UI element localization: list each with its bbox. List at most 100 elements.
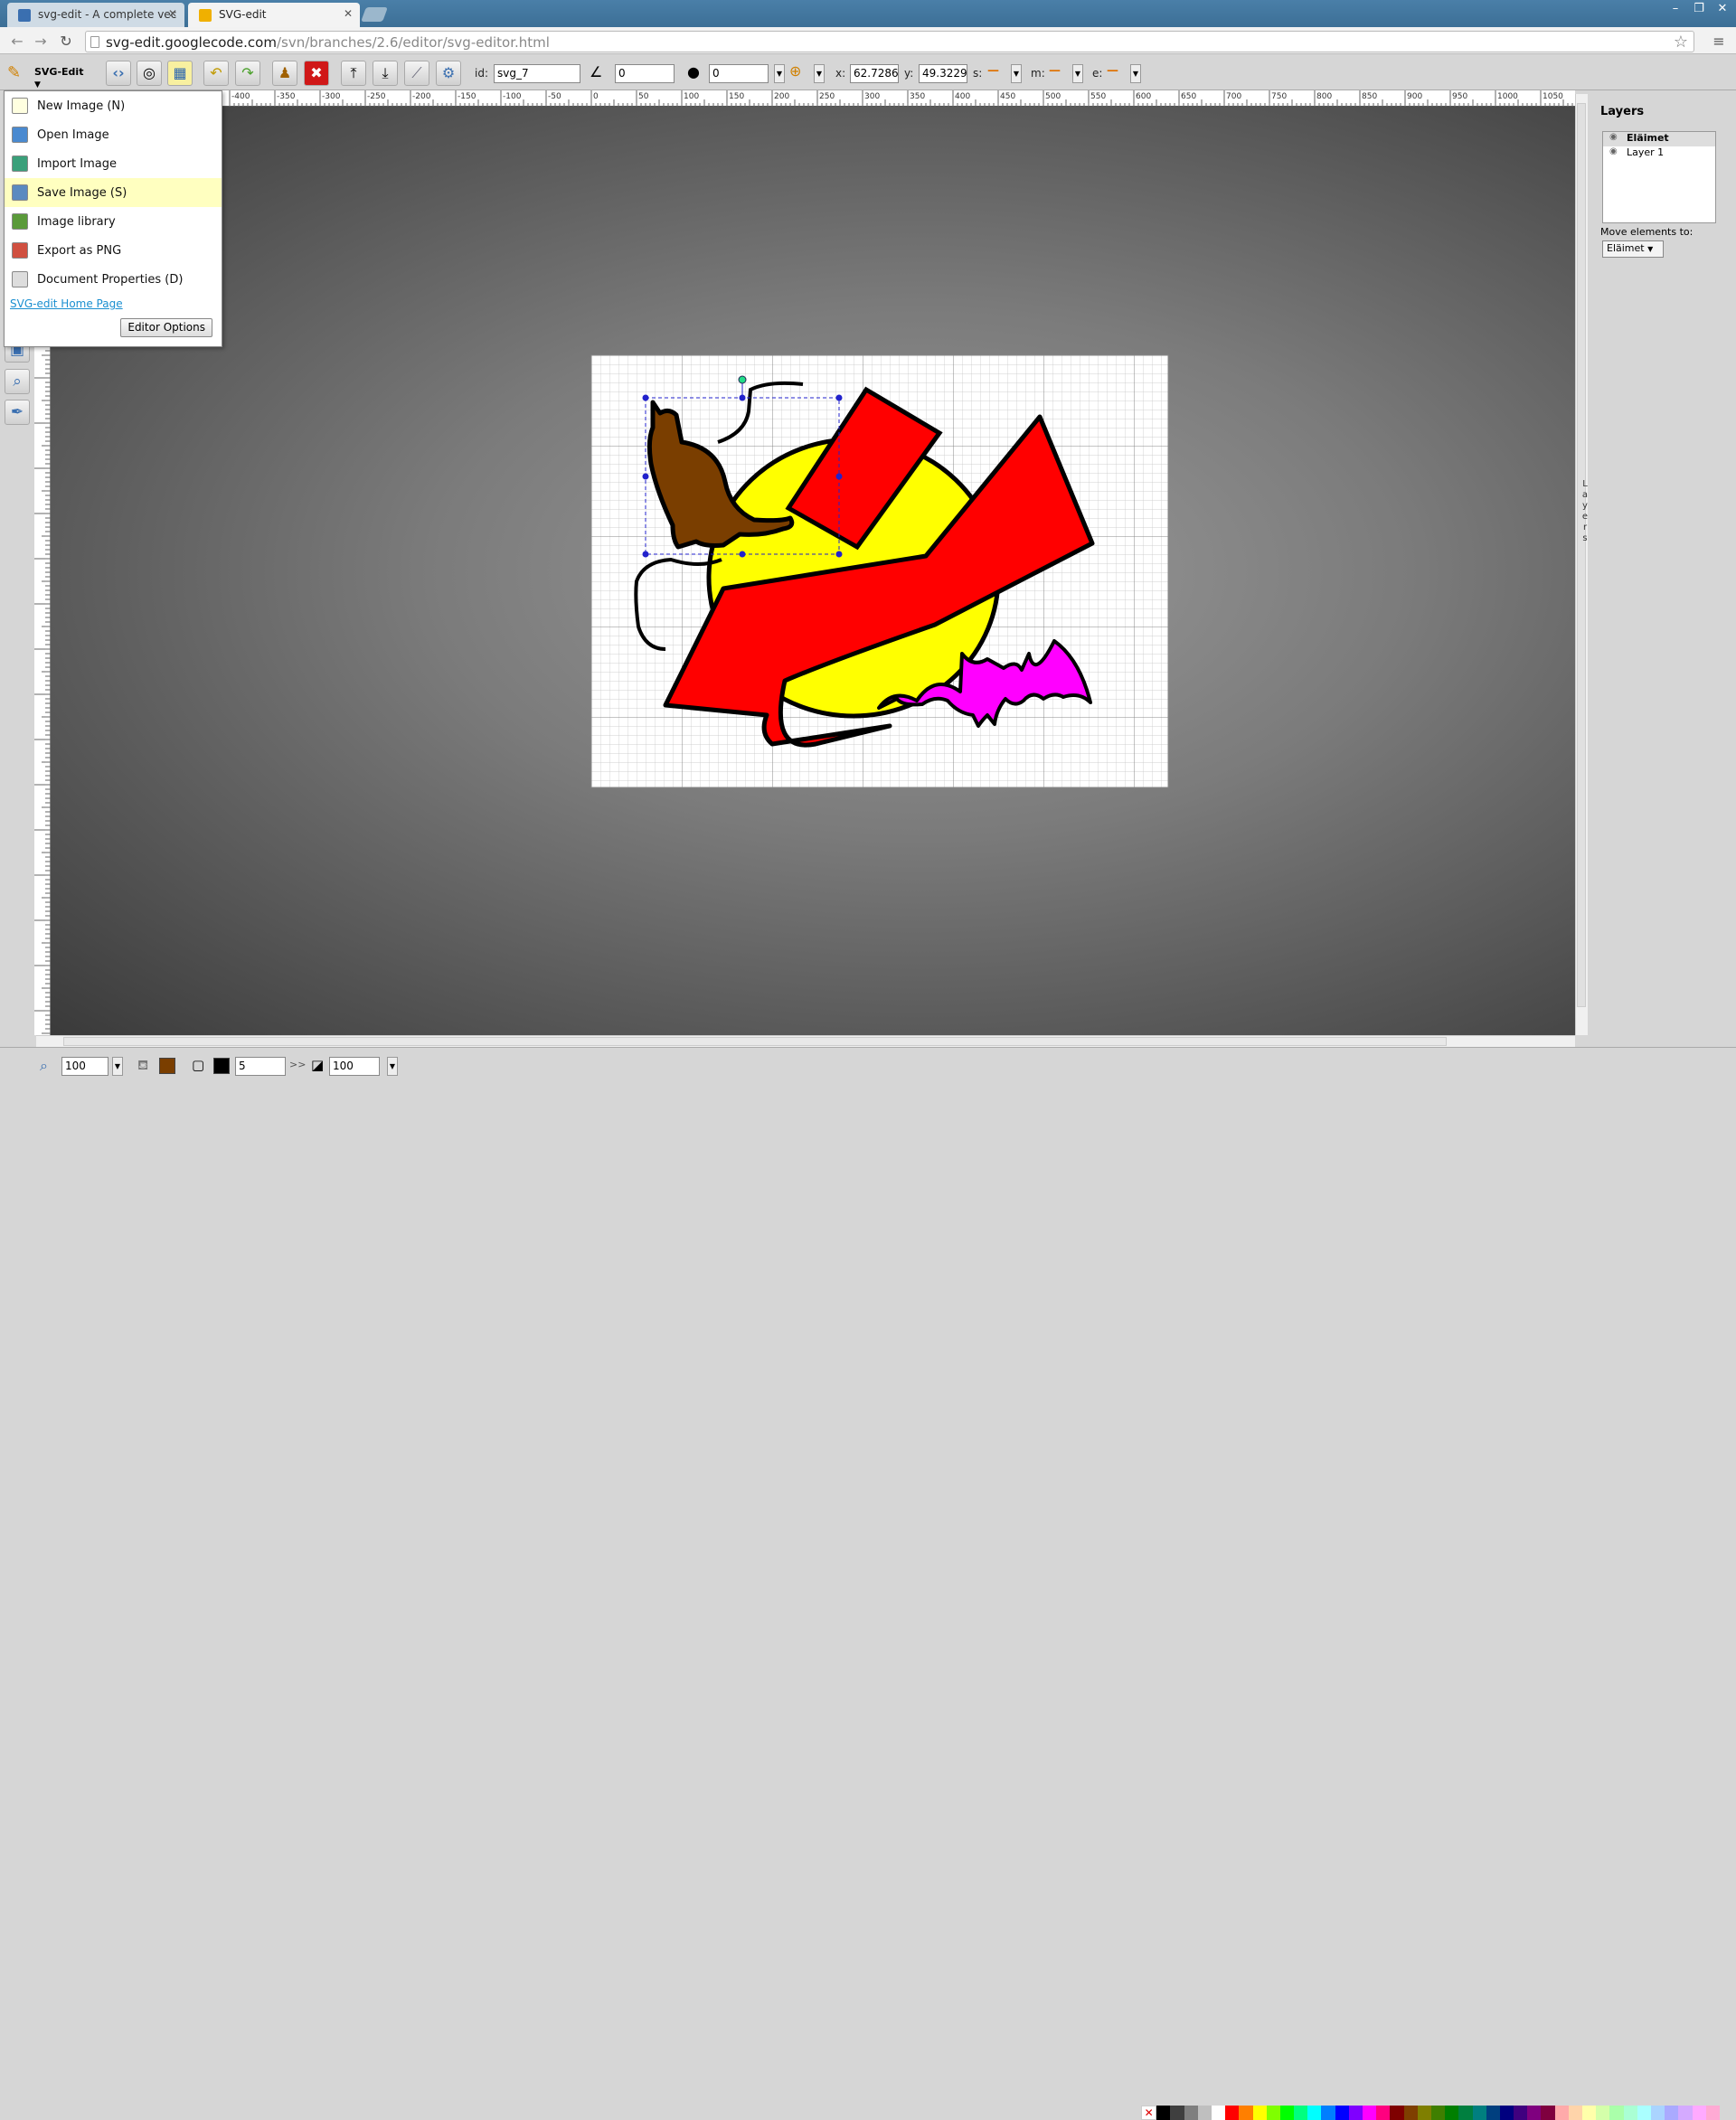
rotate-handle-icon[interactable]	[738, 375, 747, 384]
palette-swatch[interactable]	[1376, 2106, 1391, 2120]
palette-swatch[interactable]	[1294, 2106, 1308, 2120]
redo-button[interactable]: ↷	[235, 61, 260, 86]
palette-swatch[interactable]	[1170, 2106, 1184, 2120]
main-menu-button[interactable]: ✎ SVG-Edit ▼	[4, 61, 90, 90]
horizontal-scroll-thumb[interactable]	[63, 1037, 1447, 1046]
eyedropper-tool-button[interactable]: ✒	[5, 400, 30, 425]
palette-swatch[interactable]	[1156, 2106, 1171, 2120]
palette-swatch[interactable]	[1252, 2106, 1267, 2120]
palette-swatch[interactable]	[1363, 2106, 1377, 2120]
browser-tab-svg-edit[interactable]: SVG-edit ✕	[188, 3, 360, 27]
start-marker-dropdown[interactable]: ▼	[1011, 64, 1022, 83]
blur-input[interactable]: 0	[709, 64, 769, 83]
palette-swatch[interactable]	[1554, 2106, 1569, 2120]
palette-swatch[interactable]	[1445, 2106, 1459, 2120]
layers-side-tab[interactable]: Layers	[1580, 479, 1590, 544]
palette-swatch[interactable]	[1430, 2106, 1446, 2120]
restore-window-icon[interactable]: ❐	[1689, 2, 1709, 18]
eye-icon[interactable]: ◉	[1609, 132, 1618, 142]
palette-swatch[interactable]	[1623, 2106, 1637, 2120]
palette-swatch[interactable]	[1486, 2106, 1500, 2120]
more-options-icon[interactable]: >>	[289, 1059, 306, 1070]
delete-button[interactable]: ✖	[304, 61, 329, 86]
minimize-window-icon[interactable]: –	[1665, 2, 1685, 18]
convert-to-path-button[interactable]: ⟋	[404, 61, 429, 86]
palette-swatch[interactable]	[1458, 2106, 1473, 2120]
source-button[interactable]: ‹›	[106, 61, 131, 86]
zoom-dropdown[interactable]: ▼	[112, 1057, 123, 1076]
palette-swatch[interactable]	[1596, 2106, 1610, 2120]
vertical-scroll-thumb[interactable]	[1577, 103, 1586, 1007]
clone-button[interactable]: ♟	[272, 61, 297, 86]
palette-swatch[interactable]	[1609, 2106, 1624, 2120]
palette-swatch[interactable]	[1665, 2106, 1679, 2120]
move-to-bottom-button[interactable]: ⤓	[373, 61, 398, 86]
palette-swatch[interactable]	[1335, 2106, 1349, 2120]
editor-options-button[interactable]: Editor Options	[120, 318, 212, 337]
eye-icon[interactable]: ◉	[1609, 146, 1618, 156]
menu-item-document-properties[interactable]: Document Properties (D)	[5, 265, 222, 294]
url-input[interactable]: svg-edit.googlecode.com/svn/branches/2.6…	[85, 31, 1694, 52]
canvas-workarea[interactable]	[51, 107, 1575, 1035]
menu-item-export-png[interactable]: Export as PNG	[5, 236, 222, 265]
zoom-tool-button[interactable]: ⌕	[5, 369, 30, 394]
x-input[interactable]: 62.7286	[850, 64, 899, 83]
browser-tab-svg-edit-vector[interactable]: svg-edit - A complete vec ✕	[7, 3, 184, 27]
menu-item-save-image[interactable]: Save Image (S)	[5, 178, 222, 207]
reload-icon[interactable]: ↻	[56, 32, 76, 52]
palette-swatch[interactable]	[1417, 2106, 1431, 2120]
zoom-input[interactable]: 100	[61, 1057, 108, 1076]
layer-row-layer-1[interactable]: ◉ Layer 1	[1603, 146, 1715, 161]
menu-item-open-image[interactable]: Open Image	[5, 120, 222, 149]
palette-swatch[interactable]	[1541, 2106, 1555, 2120]
grid-toggle-button[interactable]: ▦	[167, 61, 193, 86]
palette-swatch[interactable]	[1403, 2106, 1418, 2120]
palette-swatch[interactable]	[1390, 2106, 1404, 2120]
menu-item-new-image[interactable]: New Image (N)	[5, 91, 222, 120]
palette-swatch[interactable]	[1197, 2106, 1212, 2120]
undo-button[interactable]: ↶	[203, 61, 229, 86]
y-input[interactable]: 49.3229	[919, 64, 967, 83]
palette-swatch[interactable]	[1472, 2106, 1486, 2120]
palette-swatch[interactable]	[1279, 2106, 1295, 2120]
mid-marker-dropdown[interactable]: ▼	[1072, 64, 1083, 83]
opacity-input[interactable]: 100	[329, 1057, 380, 1076]
opacity-dropdown[interactable]: ▼	[387, 1057, 398, 1076]
horizontal-scrollbar[interactable]	[36, 1035, 1575, 1048]
palette-swatch[interactable]	[1211, 2106, 1226, 2120]
align-dropdown[interactable]: ▼	[814, 64, 825, 83]
blur-dropdown[interactable]: ▼	[774, 64, 785, 83]
close-tab-icon[interactable]: ✕	[168, 7, 177, 20]
browser-menu-icon[interactable]: ≡	[1709, 32, 1729, 52]
layer-row-elaimet[interactable]: ◉ Eläimet	[1603, 132, 1715, 146]
palette-swatch[interactable]	[1650, 2106, 1665, 2120]
palette-swatch[interactable]	[1568, 2106, 1582, 2120]
palette-swatch[interactable]	[1678, 2106, 1693, 2120]
id-input[interactable]: svg_7	[494, 64, 580, 83]
palette-swatch[interactable]	[1692, 2106, 1706, 2120]
end-marker-dropdown[interactable]: ▼	[1130, 64, 1141, 83]
palette-swatch[interactable]	[1582, 2106, 1597, 2120]
home-page-link[interactable]: SVG-edit Home Page	[5, 294, 222, 310]
menu-item-image-library[interactable]: Image library	[5, 207, 222, 236]
palette-swatch[interactable]	[1239, 2106, 1253, 2120]
stroke-color-swatch[interactable]	[213, 1058, 230, 1074]
stroke-width-input[interactable]: 5	[235, 1057, 286, 1076]
palette-swatch[interactable]	[1348, 2106, 1363, 2120]
wireframe-button[interactable]: ◎	[137, 61, 162, 86]
move-elements-select[interactable]: Eläimet ▼	[1602, 240, 1664, 258]
move-to-top-button[interactable]: ⤒	[341, 61, 366, 86]
forward-arrow-icon[interactable]: →	[31, 32, 51, 52]
close-tab-icon[interactable]: ✕	[344, 7, 353, 20]
vertical-scrollbar[interactable]	[1575, 94, 1588, 1035]
angle-input[interactable]: 0	[615, 64, 675, 83]
fill-color-swatch[interactable]	[159, 1058, 175, 1074]
bookmark-star-icon[interactable]: ☆	[1674, 33, 1688, 52]
palette-swatch[interactable]	[1527, 2106, 1542, 2120]
palette-swatch[interactable]	[1184, 2106, 1198, 2120]
no-color-swatch[interactable]: ✕	[1141, 2106, 1157, 2120]
reorient-button[interactable]: ⚙	[436, 61, 461, 86]
palette-swatch[interactable]	[1307, 2106, 1322, 2120]
close-window-icon[interactable]: ✕	[1712, 2, 1732, 18]
palette-swatch[interactable]	[1225, 2106, 1240, 2120]
